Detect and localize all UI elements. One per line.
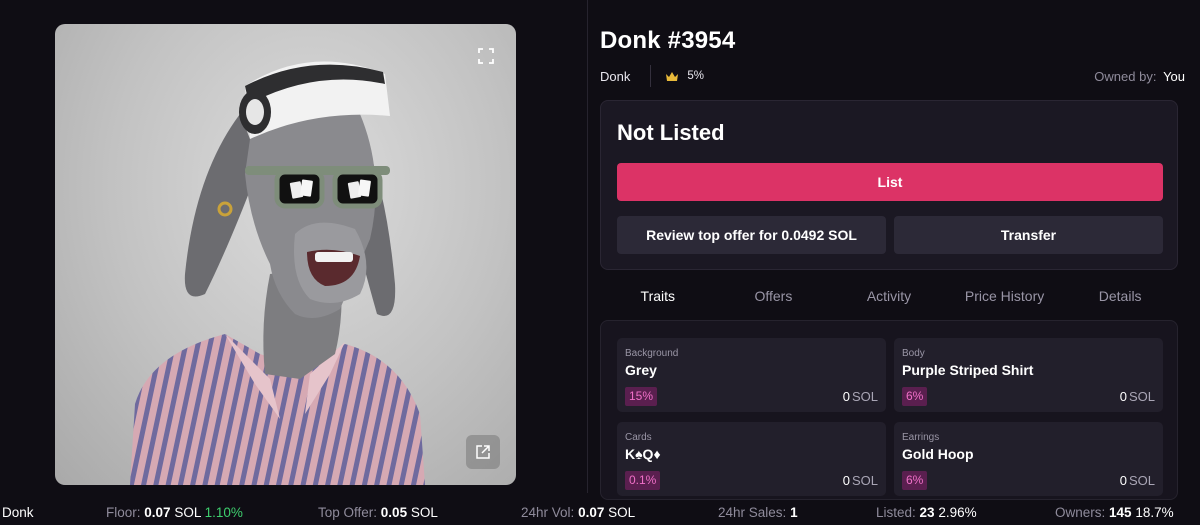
trait-price-unit: SOL (851, 389, 878, 404)
trait-card-background[interactable]: Background Grey 15% 0 SOL (617, 338, 886, 412)
trait-price-value: 0 (1119, 473, 1127, 488)
trait-rarity-badge: 6% (902, 471, 928, 490)
trait-price-unit: SOL (851, 473, 878, 488)
stat-24hr-sales: 24hr Sales: 1 (718, 505, 798, 520)
review-top-offer-button[interactable]: Review top offer for 0.0492 SOL (617, 216, 886, 254)
stat-top-offer: Top Offer: 0.05 SOL (318, 505, 438, 520)
owned-by-label: Owned by: (1094, 68, 1157, 84)
external-link-icon (476, 445, 490, 459)
sales-value: 1 (790, 505, 798, 520)
fullscreen-button[interactable] (474, 44, 498, 68)
trait-floor-price: 0 SOL (1120, 473, 1155, 488)
trait-card-earrings[interactable]: Earrings Gold Hoop 6% 0 SOL (894, 422, 1163, 496)
top-offer-value: 0.05 (380, 505, 408, 520)
volume-value: 0.07 (578, 505, 605, 520)
listing-status: Not Listed (617, 120, 725, 145)
trait-price-value: 0 (842, 389, 850, 404)
trait-type: Body (902, 348, 925, 359)
trait-rarity-badge: 15% (625, 387, 658, 406)
rarity-rank: 5% (665, 70, 704, 82)
trait-card-body[interactable]: Body Purple Striped Shirt 6% 0 SOL (894, 338, 1163, 412)
trait-value: Purple Striped Shirt (902, 362, 1034, 378)
trait-card-cards[interactable]: Cards K♠Q♦ 0.1% 0 SOL (617, 422, 886, 496)
tab-traits[interactable]: Traits (600, 283, 716, 309)
trait-value: Grey (625, 362, 657, 378)
trait-rarity-badge: 0.1% (625, 471, 661, 490)
rank-percent: 5% (687, 70, 704, 82)
crown-icon (666, 71, 679, 81)
trait-value: Gold Hoop (902, 446, 974, 462)
tab-price-history[interactable]: Price History (947, 283, 1063, 309)
floor-unit: SOL (174, 505, 201, 520)
stat-floor: Floor: 0.07 SOL 1.10% (106, 505, 243, 520)
expand-icon (478, 48, 494, 64)
listing-card: Not Listed List Review top offer for 0.0… (600, 100, 1178, 270)
nft-title: Donk #3954 (600, 27, 736, 54)
listed-percent: 2.96% (938, 505, 977, 520)
stat-24hr-volume: 24hr Vol: 0.07 SOL (521, 505, 635, 520)
sales-label: 24hr Sales: (718, 505, 787, 520)
traits-panel: Background Grey 15% 0 SOL Body Purple Str… (600, 320, 1178, 500)
owners-value: 145 (1109, 505, 1132, 520)
nft-meta-row: Donk 5% Owned by: You (600, 64, 1185, 88)
trait-value: K♠Q♦ (625, 446, 661, 462)
collection-stats-bar: Donk Floor: 0.07 SOL 1.10% Top Offer: 0.… (0, 503, 1200, 525)
stat-owners: Owners: 145 18.7% (1055, 505, 1174, 520)
transfer-button[interactable]: Transfer (894, 216, 1163, 254)
trait-price-value: 0 (842, 473, 850, 488)
open-external-button[interactable] (466, 435, 500, 469)
volume-label: 24hr Vol: (521, 505, 575, 520)
trait-floor-price: 0 SOL (843, 389, 878, 404)
nft-artwork (55, 24, 516, 485)
trait-type: Cards (625, 432, 652, 443)
top-offer-unit: SOL (410, 505, 438, 520)
owner-name[interactable]: You (1163, 69, 1185, 84)
listed-label: Listed: (876, 505, 916, 520)
listed-value: 23 (919, 505, 935, 520)
floor-change: 1.10% (204, 505, 243, 520)
details-column: Donk #3954 Donk 5% Owned by: You Not Lis… (600, 0, 1190, 500)
trait-type: Earrings (902, 432, 940, 443)
trait-type: Background (625, 348, 679, 359)
owners-percent: 18.7% (1135, 505, 1174, 520)
list-button[interactable]: List (617, 163, 1163, 201)
volume-unit: SOL (608, 505, 636, 520)
trait-floor-price: 0 SOL (843, 473, 878, 488)
floor-label: Floor: (106, 505, 141, 520)
trait-price-value: 0 (1119, 389, 1127, 404)
floor-value: 0.07 (144, 505, 171, 520)
media-column (0, 0, 588, 493)
tab-activity[interactable]: Activity (831, 283, 947, 309)
stat-listed: Listed: 23 2.96% (876, 505, 977, 520)
trait-price-unit: SOL (1128, 473, 1155, 488)
donkey-artwork (130, 61, 425, 485)
stats-collection-name[interactable]: Donk (2, 505, 34, 520)
nft-detail-page: Donk #3954 Donk 5% Owned by: You Not Lis… (0, 0, 1200, 525)
owner-info: Owned by: You (1094, 69, 1185, 84)
trait-rarity-badge: 6% (902, 387, 928, 406)
top-offer-label: Top Offer: (318, 505, 378, 520)
trait-price-unit: SOL (1128, 389, 1155, 404)
tab-details[interactable]: Details (1062, 283, 1178, 309)
tab-offers[interactable]: Offers (716, 283, 832, 309)
meta-divider (650, 65, 652, 87)
detail-tabs: Traits Offers Activity Price History Det… (600, 283, 1178, 309)
owners-label: Owners: (1055, 505, 1106, 520)
collection-link[interactable]: Donk (600, 69, 630, 84)
stats-collection-label: Donk (2, 505, 34, 520)
trait-floor-price: 0 SOL (1120, 389, 1155, 404)
